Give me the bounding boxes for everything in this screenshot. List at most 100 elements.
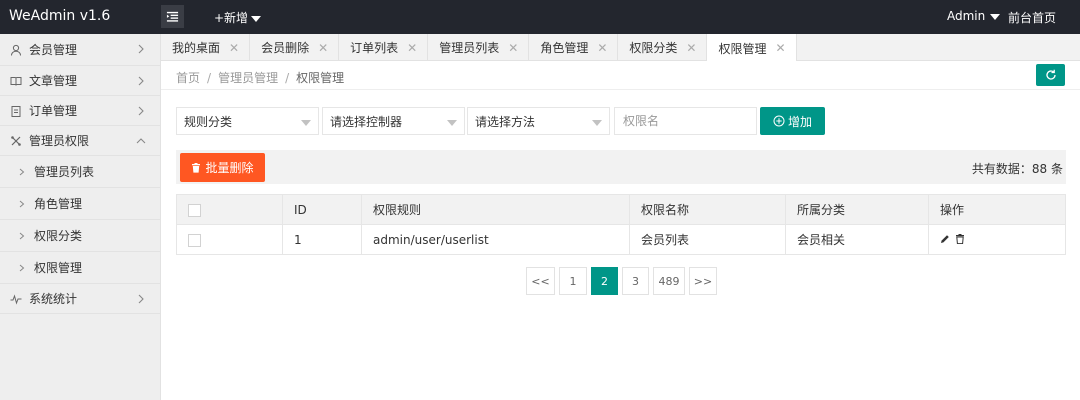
tab-permission-categories[interactable]: 权限分类 ✕ <box>618 34 708 61</box>
controller-select[interactable]: 请选择控制器 <box>322 107 465 135</box>
sidebar-subitem-roles[interactable]: 角色管理 <box>0 188 160 220</box>
refresh-button[interactable] <box>1036 64 1065 86</box>
close-icon[interactable]: ✕ <box>407 41 417 55</box>
tab-member-delete[interactable]: 会员删除 ✕ <box>250 34 340 61</box>
pulse-icon <box>9 292 23 306</box>
sidebar-item-members[interactable]: 会员管理 <box>0 34 160 66</box>
page-prev-button[interactable]: << <box>526 267 555 295</box>
tab-label: 我的桌面 <box>172 41 221 55</box>
permission-name-input[interactable] <box>614 107 757 135</box>
close-icon[interactable]: ✕ <box>597 41 607 55</box>
trash-icon[interactable] <box>955 233 965 244</box>
cell-name: 会员列表 <box>629 224 786 255</box>
chevron-right-icon <box>18 200 26 208</box>
admin-user-label: Admin <box>947 9 986 23</box>
caret-down-icon <box>447 120 457 126</box>
tab-roles[interactable]: 角色管理 ✕ <box>529 34 619 61</box>
top-header: WeAdmin v1.6 +新增 Admin 前台首页 <box>0 0 1080 34</box>
sidebar-subitem-label: 权限分类 <box>34 229 83 243</box>
close-icon[interactable]: ✕ <box>686 41 696 55</box>
sidebar-item-admin-permissions[interactable]: 管理员权限 <box>0 126 160 156</box>
caret-down-icon <box>990 13 1001 20</box>
tab-label: 权限管理 <box>718 41 767 56</box>
sidebar-subitem-permission-categories[interactable]: 权限分类 <box>0 220 160 252</box>
edit-icon[interactable] <box>940 234 950 244</box>
column-header: 操作 <box>928 194 1066 225</box>
row-select-cell <box>176 224 283 255</box>
chevron-right-icon <box>18 232 26 240</box>
breadcrumb-current: 权限管理 <box>296 71 345 85</box>
add-new-label: +新增 <box>214 11 249 25</box>
frontpage-link[interactable]: 前台首页 <box>1008 9 1056 26</box>
page-button[interactable]: 1 <box>559 267 587 295</box>
tab-desktop[interactable]: 我的桌面 ✕ <box>161 34 251 61</box>
close-icon[interactable]: ✕ <box>229 41 239 55</box>
sidebar-subitem-admin-list[interactable]: 管理员列表 <box>0 156 160 188</box>
sidebar-item-statistics[interactable]: 系统统计 <box>0 284 160 314</box>
tools-icon <box>9 134 23 148</box>
tab-label: 会员删除 <box>261 41 310 55</box>
clipboard-icon <box>9 104 23 118</box>
menu-toggle-button[interactable] <box>161 5 184 28</box>
cell-actions <box>928 224 1066 255</box>
breadcrumb-separator: / <box>207 71 212 85</box>
sidebar-item-articles[interactable]: 文章管理 <box>0 66 160 96</box>
add-button[interactable]: 增加 <box>760 107 825 135</box>
rule-category-value: 规则分类 <box>184 114 233 129</box>
chevron-up-icon <box>136 135 146 145</box>
sidebar-item-label: 系统统计 <box>29 292 78 306</box>
tab-label: 管理员列表 <box>439 41 500 55</box>
table-header-row: ID 权限规则 权限名称 所属分类 操作 <box>176 194 1066 225</box>
tab-order-list[interactable]: 订单列表 ✕ <box>339 34 429 61</box>
close-icon[interactable]: ✕ <box>775 41 785 55</box>
page-button[interactable]: 3 <box>622 267 649 295</box>
book-icon <box>9 74 23 88</box>
method-select[interactable]: 请选择方法 <box>467 107 610 135</box>
add-circle-icon <box>773 115 785 127</box>
page-button[interactable]: 489 <box>653 267 685 295</box>
trash-icon <box>192 162 201 173</box>
select-all-cell <box>176 194 283 225</box>
tab-admin-list[interactable]: 管理员列表 ✕ <box>428 34 530 61</box>
page-next-button[interactable]: >> <box>689 267 717 295</box>
column-header: ID <box>282 194 362 225</box>
select-all-checkbox[interactable] <box>188 203 201 217</box>
refresh-icon <box>1045 69 1056 80</box>
batch-delete-button[interactable]: 批量删除 <box>180 153 265 182</box>
table-row: 1 admin/user/userlist 会员列表 会员相关 <box>176 224 1066 255</box>
tab-bar: 我的桌面 ✕ 会员删除 ✕ 订单列表 ✕ 管理员列表 ✕ 角色管理 ✕ 权限分类 ✕ 权限管… <box>161 34 1080 62</box>
breadcrumb-separator: / <box>285 71 290 85</box>
sidebar-subitem-permission-management[interactable]: 权限管理 <box>0 252 160 284</box>
close-icon[interactable]: ✕ <box>318 41 328 55</box>
sidebar-subitem-label: 管理员列表 <box>34 165 95 179</box>
sidebar-item-orders[interactable]: 订单管理 <box>0 96 160 126</box>
breadcrumb: 首页 / 管理员管理 / 权限管理 <box>176 69 344 86</box>
add-new-menu[interactable]: +新增 <box>214 9 262 26</box>
sidebar-item-label: 管理员权限 <box>29 134 90 148</box>
permissions-table: ID 权限规则 权限名称 所属分类 操作 1 admin/user/userli… <box>176 194 1066 255</box>
chevron-right-icon <box>136 43 146 54</box>
sidebar-subitem-label: 角色管理 <box>34 197 83 211</box>
rule-category-select[interactable]: 规则分类 <box>176 107 319 135</box>
breadcrumb-admin[interactable]: 管理员管理 <box>218 71 278 85</box>
method-value: 请选择方法 <box>475 114 536 129</box>
controller-value: 请选择控制器 <box>330 114 403 129</box>
pagination: << 1 2 3 489 >> <box>526 267 717 295</box>
user-icon <box>9 43 23 57</box>
menu-fold-icon <box>166 11 179 22</box>
close-icon[interactable]: ✕ <box>508 41 518 55</box>
page-button-current[interactable]: 2 <box>591 267 618 295</box>
tab-permission-management[interactable]: 权限管理 ✕ <box>707 34 797 62</box>
column-header: 权限规则 <box>361 194 630 225</box>
chevron-right-icon <box>18 168 26 176</box>
column-header: 所属分类 <box>785 194 929 225</box>
tab-label: 角色管理 <box>540 41 589 55</box>
breadcrumb-home[interactable]: 首页 <box>176 71 200 85</box>
row-checkbox[interactable] <box>188 233 201 247</box>
caret-down-icon <box>251 15 262 22</box>
chevron-right-icon <box>136 75 146 86</box>
caret-down-icon <box>301 120 311 126</box>
admin-user-menu[interactable]: Admin <box>947 9 1001 23</box>
cell-category: 会员相关 <box>785 224 929 255</box>
tab-label: 订单列表 <box>350 41 399 55</box>
